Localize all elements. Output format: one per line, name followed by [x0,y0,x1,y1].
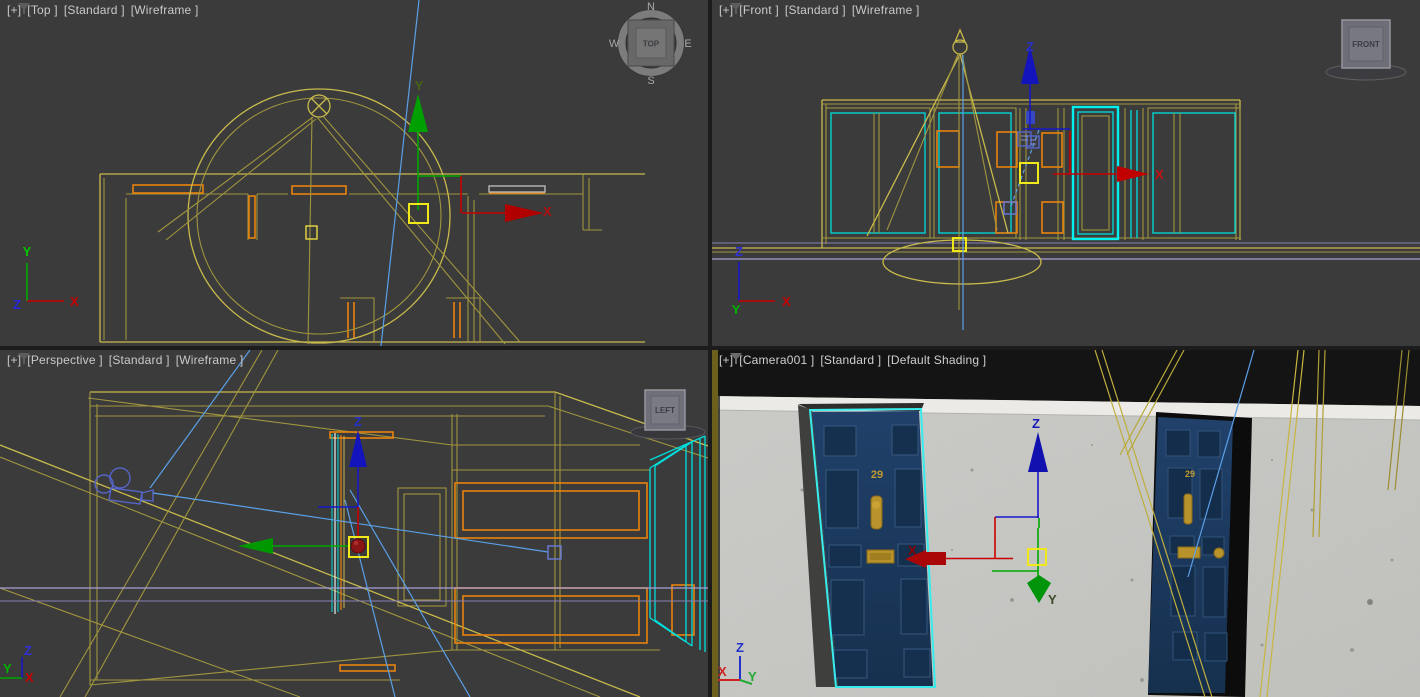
target-node[interactable] [1003,201,1017,215]
camera-sight-line [380,0,420,346]
target-link-line [1010,129,1040,207]
compass-south[interactable]: S [647,75,654,87]
renderer-menu[interactable]: [Standard ] [109,353,170,367]
svg-text:Y: Y [3,661,12,676]
compass-east[interactable]: E [684,38,691,50]
svg-text:LEFT[interactable]: LEFT [655,406,675,415]
wall-wireframe[interactable] [99,173,645,343]
renderer-menu[interactable]: [Standard ] [820,353,881,367]
axis-tripod-perspective: Z Y X [0,643,34,685]
filter-funnel-icon[interactable] [17,353,31,365]
svg-text:X: X [782,294,791,309]
viewport-camera[interactable]: 29 29 Z X Y Z X Y [+] [Camera001] [Stan… [712,350,1420,697]
perspective-viewport-canvas[interactable]: Z Z Y X LEFT [0,350,708,697]
camera-fov-lines [149,350,549,697]
pov-menu[interactable]: [Perspective ] [27,353,103,367]
filter-funnel-icon[interactable] [17,3,31,15]
svg-text:Z: Z [735,244,743,259]
pivot-point[interactable] [350,538,366,554]
cyan-door-frame[interactable] [649,435,706,652]
filter-funnel-icon[interactable] [729,3,743,15]
svg-text:X: X [1155,167,1164,182]
compass-west[interactable]: W [609,38,620,50]
svg-text:Y: Y [748,669,757,684]
transform-gizmo-top[interactable]: Y X [408,78,552,224]
door-number: 29 [871,469,883,481]
filter-funnel-icon[interactable] [729,353,743,365]
viewport-perspective[interactable]: Z Z Y X LEFT [+] [Perspective] [Standar… [0,350,708,697]
top-viewport-canvas[interactable]: Y X Y X Z TOP N E S W [0,0,708,346]
pov-menu[interactable]: [Front ] [739,3,779,17]
spotlight-top[interactable] [157,88,521,345]
svg-text:Z: Z [13,297,21,312]
door-knocker [1183,493,1193,525]
viewport-label-camera: [+] [Camera001 ] [Standard ] [Default Sh… [719,353,986,367]
shading-menu[interactable]: [Default Shading ] [887,353,986,367]
svg-text:Z: Z [24,643,32,658]
svg-text:Y: Y [1048,592,1057,607]
pov-menu[interactable]: [Top ] [27,3,58,17]
gizmo-y-arrow[interactable] [408,94,428,132]
svg-text:X: X [70,294,79,309]
shading-menu[interactable]: [Wireframe ] [852,3,920,17]
spotlight-front[interactable] [866,28,1042,310]
svg-text:Z: Z [1026,39,1034,54]
view-cube-front[interactable]: FRONT [1325,19,1407,81]
orange-doors-front[interactable] [936,130,1064,234]
door-knob [1213,547,1225,559]
svg-text:Y: Y [415,78,424,93]
svg-text:X: X [25,670,34,685]
viewport-top[interactable]: Y X Y X Z TOP N E S W [+] [Top] [Standa… [0,0,708,346]
gizmo-x-arrow[interactable] [505,204,544,222]
camera-viewport-canvas[interactable]: 29 29 Z X Y Z X Y [712,350,1420,697]
svg-text:FRONT[interactable]: FRONT [1352,40,1380,49]
svg-text:X: X [908,543,917,558]
svg-text:X: X [718,664,727,679]
orange-door-frames[interactable] [339,482,695,672]
svg-text:X: X [543,204,552,219]
max-viewport-grid: Y X Y X Z TOP N E S W [+] [Top] [Standa… [0,0,1420,697]
svg-text:Y: Y [23,244,32,259]
renderer-menu[interactable]: [Standard ] [785,3,846,17]
transform-gizmo-perspective[interactable]: Z [238,414,369,558]
viewport-front[interactable]: Z X Z X Y FRONT [+] [Front] [Standard]… [712,0,1420,346]
viewport-label-front: [+] [Front ] [Standard ] [Wireframe ] [719,3,920,17]
svg-text:TOP[interactable]: TOP [643,40,660,49]
axis-tripod-front: Z X Y [732,244,791,317]
svg-text:Y: Y [732,302,741,317]
axis-tripod-top: Y X Z [13,244,79,312]
view-cube-top[interactable]: TOP N E S W [609,1,692,87]
svg-text:Z: Z [736,640,744,655]
door-knocker [870,495,883,530]
compass-north[interactable]: N [647,1,655,13]
door-right[interactable]: 29 [1148,412,1252,697]
viewport-label-perspective: [+] [Perspective ] [Standard ] [Wirefram… [7,353,243,367]
svg-text:Z: Z [354,414,362,429]
gizmo-x-arrow[interactable] [1117,166,1149,182]
shading-menu[interactable]: [Wireframe ] [176,353,244,367]
ground-lines [712,242,1420,260]
viewport-label-top: [+] [Top ] [Standard ] [Wireframe ] [7,3,199,17]
door-number: 29 [1185,469,1195,479]
door-splines-top[interactable] [132,184,546,239]
shading-menu[interactable]: [Wireframe ] [131,3,199,17]
view-cube-left[interactable]: LEFT [630,389,706,440]
renderer-menu[interactable]: [Standard ] [64,3,125,17]
pov-menu[interactable]: [Camera001 ] [739,353,814,367]
svg-text:Z: Z [1032,416,1040,431]
helper-node[interactable] [305,225,318,240]
gizmo-z-arrow[interactable] [349,430,367,467]
selected-door-frame[interactable] [1071,105,1120,241]
front-viewport-canvas[interactable]: Z X Z X Y FRONT [712,0,1420,346]
